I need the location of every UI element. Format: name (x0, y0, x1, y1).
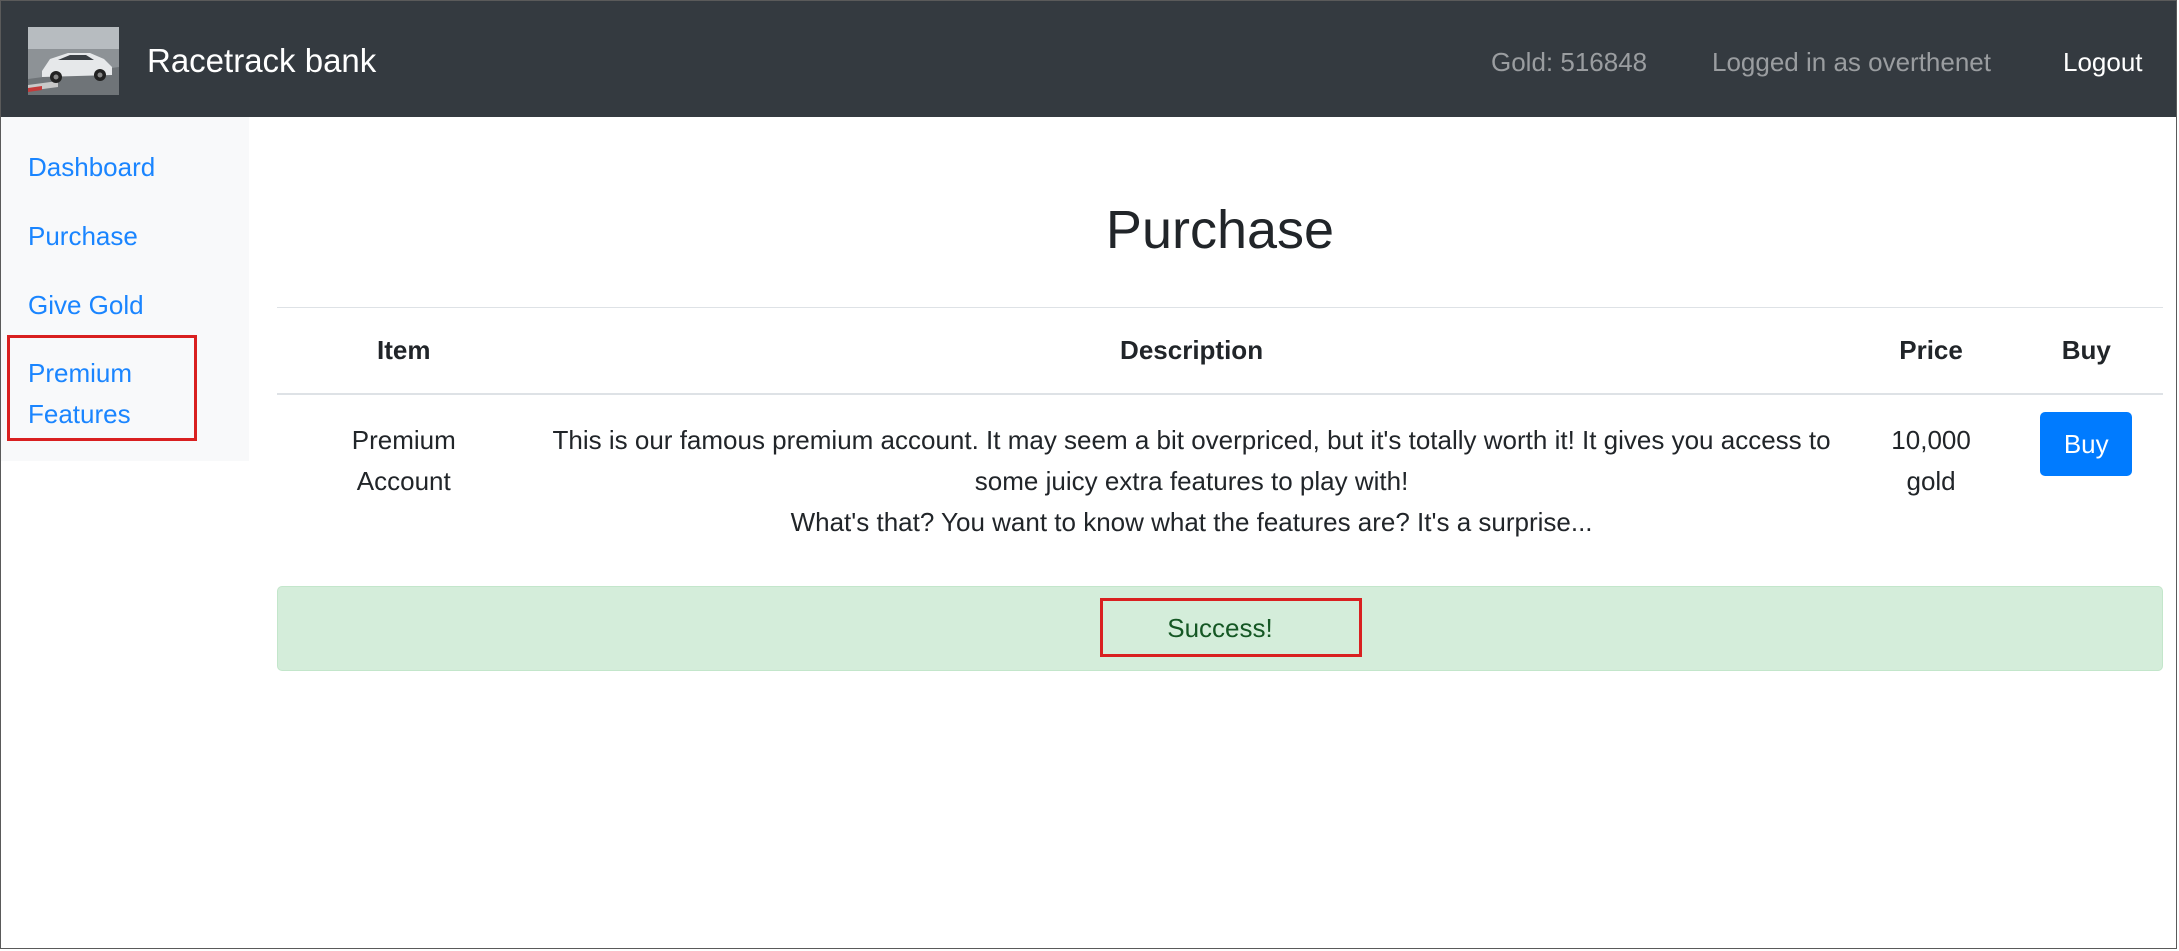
item-name: Premium Account (351, 425, 456, 496)
logout-link[interactable]: Logout (2063, 46, 2143, 78)
description-cell: This is our famous premium account. It m… (531, 394, 1853, 557)
table-row: Premium Account This is our famous premi… (277, 394, 2163, 557)
app-window: Racetrack bank Gold: 516848 Logged in as… (0, 0, 2177, 949)
price-cell: 10,000 gold (1853, 394, 2010, 557)
item-cell: Premium Account (277, 394, 531, 557)
sidebar-item-dashboard[interactable]: Dashboard (28, 147, 155, 188)
column-header-buy: Buy (2009, 307, 2163, 395)
price-value: 10,000 gold (1891, 425, 1971, 496)
page-title: Purchase (1105, 200, 1335, 260)
sidebar-item-premium-features[interactable]: Premium Features (28, 353, 168, 435)
top-navbar: Racetrack bank Gold: 516848 Logged in as… (1, 1, 2176, 117)
logged-in-user: Logged in as overthenet (1712, 47, 1991, 77)
sidebar-item-give-gold[interactable]: Give Gold (28, 285, 144, 326)
alert-message: Success! (1167, 613, 1273, 643)
race-car-logo-icon[interactable] (28, 27, 119, 95)
brand-name[interactable]: Racetrack bank (147, 41, 376, 81)
sidebar-item-purchase[interactable]: Purchase (28, 216, 138, 257)
table-header-row: Item Description Price Buy (277, 307, 2163, 395)
buy-cell: Buy (2010, 394, 2164, 557)
column-header-price: Price (1852, 307, 2010, 395)
sidebar: Dashboard Purchase Give Gold Premium Fea… (1, 117, 249, 461)
gold-balance: Gold: 516848 (1491, 47, 1648, 77)
description-text: This is our famous premium account. It m… (552, 425, 1831, 496)
purchase-table: Item Description Price Buy Premium Accou… (277, 307, 2163, 557)
description-text-secondary: What's that? You want to know what the f… (790, 507, 1593, 537)
column-header-description: Description (530, 307, 1853, 395)
success-alert: Success! (277, 586, 2163, 671)
column-header-item: Item (277, 307, 531, 395)
purchase-table-container: Item Description Price Buy Premium Accou… (277, 307, 2163, 557)
buy-button[interactable]: Buy (2040, 412, 2133, 476)
